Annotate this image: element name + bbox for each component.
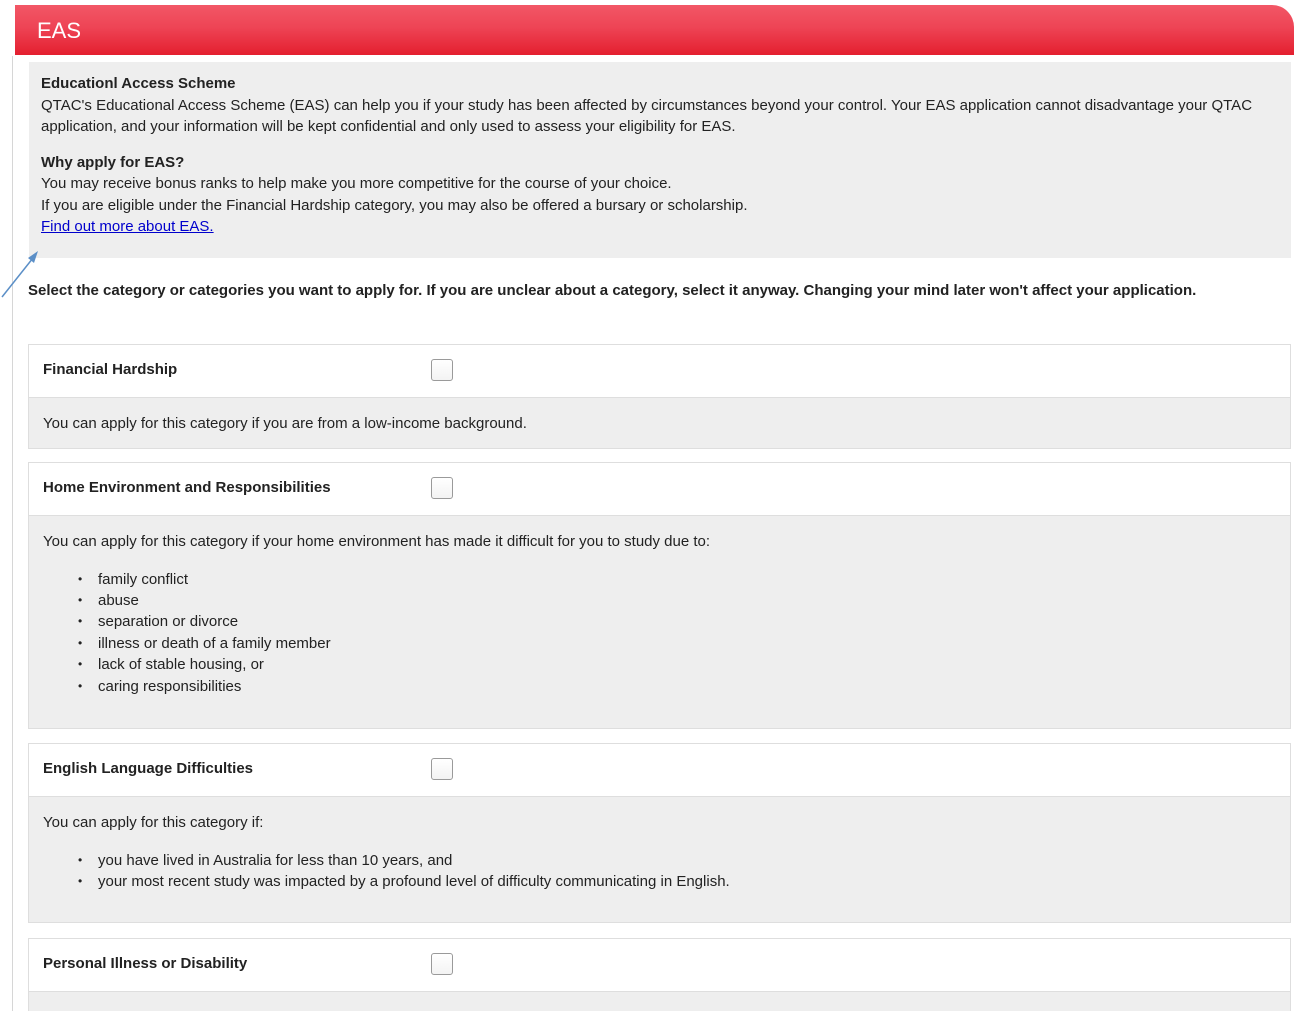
category-header: Home Environment and Responsibilities <box>29 463 1290 516</box>
select-category-prompt: Select the category or categories you wa… <box>28 282 1197 299</box>
home-environment-checkbox[interactable] <box>431 477 453 499</box>
english-language-checkbox[interactable] <box>431 758 453 780</box>
category-description-panel: You can apply for this category if: you … <box>29 797 1290 893</box>
why-apply-line-2: If you are eligible under the Financial … <box>41 196 748 214</box>
intro-panel: Educationl Access Scheme QTAC's Educatio… <box>29 62 1291 258</box>
intro-description: QTAC's Educational Access Scheme (EAS) c… <box>41 96 1253 136</box>
personal-illness-checkbox[interactable] <box>431 953 453 975</box>
category-bullet-list: family conflict abuse separation or divo… <box>43 569 1276 698</box>
left-border <box>12 56 13 1011</box>
list-item: you have lived in Australia for less tha… <box>78 850 1276 872</box>
category-description-panel: You can apply for this category if you a… <box>29 398 1290 435</box>
category-financial-hardship: Financial Hardship You can apply for thi… <box>28 344 1291 449</box>
category-title: Personal Illness or Disability <box>43 955 248 972</box>
category-english-language: English Language Difficulties You can ap… <box>28 743 1291 923</box>
section-title: EAS <box>37 18 82 43</box>
category-bullet-list: you have lived in Australia for less tha… <box>43 850 1276 893</box>
list-item: caring responsibilities <box>78 676 1276 698</box>
list-item: illness or death of a family member <box>78 633 1276 655</box>
why-apply-line-1: You may receive bonus ranks to help make… <box>41 175 672 192</box>
category-header: English Language Difficulties <box>29 744 1290 797</box>
category-personal-illness: Personal Illness or Disability <box>28 938 1291 1011</box>
category-description: You can apply for this category if: <box>43 814 264 831</box>
category-description-panel <box>29 992 1290 1007</box>
find-out-more-link[interactable]: Find out more about EAS. <box>41 218 214 235</box>
financial-hardship-checkbox[interactable] <box>431 359 453 381</box>
category-description: You can apply for this category if you a… <box>43 415 527 432</box>
category-description: You can apply for this category if your … <box>43 533 711 550</box>
category-title: English Language Difficulties <box>43 760 254 777</box>
intro-heading: Educationl Access Scheme <box>41 75 236 92</box>
category-home-environment: Home Environment and Responsibilities Yo… <box>28 462 1291 729</box>
list-item: your most recent study was impacted by a… <box>78 871 1276 893</box>
why-apply-heading: Why apply for EAS? <box>41 153 185 171</box>
section-header: EAS <box>15 5 1294 55</box>
category-header: Financial Hardship <box>29 345 1290 398</box>
list-item: separation or divorce <box>78 611 1276 633</box>
list-item: lack of stable housing, or <box>78 654 1276 676</box>
category-title: Home Environment and Responsibilities <box>43 479 331 496</box>
page: EAS Educationl Access Scheme QTAC's Educ… <box>0 0 1294 1011</box>
category-header: Personal Illness or Disability <box>29 939 1290 992</box>
list-item: family conflict <box>78 569 1276 591</box>
category-title: Financial Hardship <box>43 361 178 378</box>
list-item: abuse <box>78 590 1276 612</box>
category-description-panel: You can apply for this category if your … <box>29 516 1290 697</box>
